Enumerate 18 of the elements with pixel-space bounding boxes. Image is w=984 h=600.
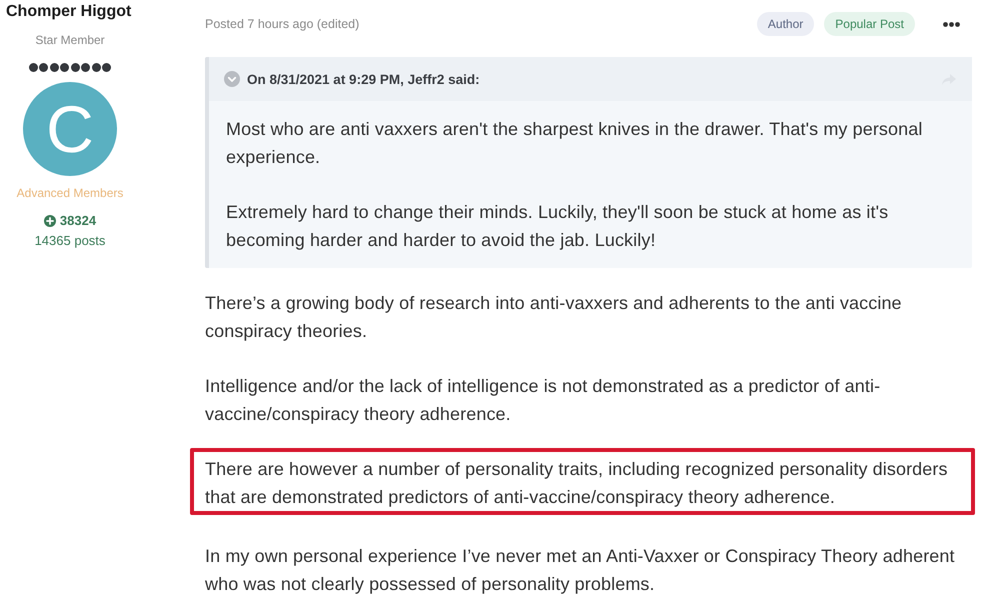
plus-circle-icon — [44, 215, 56, 227]
post-count: 14365 posts — [34, 233, 106, 249]
member-group: Advanced Members — [16, 185, 124, 201]
post-paragraph: In my own personal experience I’ve never met an Anti-Vaxxer or Conspiracy Theory adherent who was not clearly possessed of personality problems. — [205, 545, 956, 596]
post-paragraph: There are however a number of personality traits, including recognized personality disorders that are demonstrated predictors of anti-vaccine/conspiracy theory adherence. — [205, 458, 949, 509]
post-meta: Posted 7 hours ago (edited) — [205, 17, 360, 31]
popular-post-badge: Popular Post — [824, 12, 915, 36]
quote-paragraph: Extremely hard to change their minds. Luckily, they'll soon be stuck at home as it's becoming harder and harder to avoid the jab. Luckily! — [226, 201, 890, 252]
post-paragraph: There’s a growing body of research into anti-vaxxers and adherents to the anti vaccine conspiracy theories. — [205, 292, 903, 343]
quote-paragraph: Most who are anti vaxxers aren't the sharpest knives in the drawer. That's my personal experience. — [226, 118, 924, 169]
reputation-count: 38324 — [60, 213, 96, 229]
author-badge: Author — [756, 12, 814, 36]
post-paragraph: Intelligence and/or the lack of intelligence is not demonstrated as a predictor of anti-vaccine/conspiracy theory adherence. — [205, 375, 882, 426]
author-name[interactable]: Chomper Higgot — [0, 2, 132, 22]
quote-citation: On 8/31/2021 at 9:29 PM, Jeffr2 said: — [247, 72, 481, 86]
member-rank: Star Member — [35, 32, 105, 48]
chevron-down-circle-icon[interactable] — [224, 71, 240, 87]
more-options-icon[interactable] — [943, 22, 960, 26]
